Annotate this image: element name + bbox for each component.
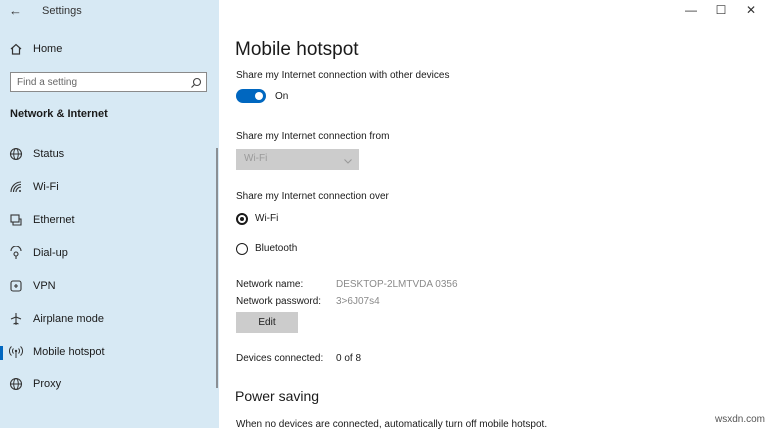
share-connection-label: Share my Internet connection with other …	[236, 70, 450, 81]
sidebar-item-label: Wi-Fi	[33, 181, 59, 193]
sidebar-item-label: VPN	[33, 280, 56, 292]
sidebar-item-label: Status	[33, 148, 65, 160]
network-password-label: Network password:	[236, 296, 322, 307]
back-arrow-icon[interactable]: ←	[9, 3, 23, 19]
chevron-down-icon	[343, 153, 353, 164]
network-name-label: Network name:	[236, 279, 304, 290]
hotspot-toggle[interactable]	[236, 89, 266, 103]
radio-button-selected[interactable]	[236, 213, 248, 225]
sidebar-item-airplane-mode[interactable]: Airplane mode	[0, 306, 212, 334]
sidebar-item-label: Dial-up	[33, 247, 68, 259]
radio-label: Bluetooth	[255, 243, 298, 254]
watermark: wsxdn.com	[714, 414, 765, 425]
sidebar-item-label: Ethernet	[33, 214, 75, 226]
share-over-label: Share my Internet connection over	[236, 191, 389, 202]
toggle-state-label: On	[275, 91, 289, 102]
home-label: Home	[33, 43, 63, 55]
network-password-value: 3>6J07s4	[336, 296, 380, 307]
dialup-icon	[9, 245, 23, 260]
network-name-value: DESKTOP-2LMTVDA 0356	[336, 279, 458, 290]
maximize-icon[interactable]: ☐	[714, 3, 728, 17]
search-input[interactable]	[17, 75, 177, 89]
airplane-icon	[9, 312, 23, 326]
power-saving-description: When no devices are connected, automatic…	[236, 419, 548, 430]
globe-icon	[9, 377, 23, 391]
home-nav-item[interactable]: Home	[9, 40, 209, 60]
vpn-icon	[9, 279, 23, 293]
settings-sidebar: ← Settings Home Network & Internet Statu…	[0, 0, 219, 428]
ethernet-icon	[9, 213, 23, 227]
hotspot-icon	[9, 345, 23, 359]
edit-button[interactable]: Edit	[236, 312, 298, 333]
sidebar-item-dialup[interactable]: Dial-up	[0, 240, 212, 268]
radio-label: Wi-Fi	[255, 213, 279, 224]
close-icon[interactable]: ✕	[744, 3, 758, 17]
sidebar-item-proxy[interactable]: Proxy	[0, 371, 212, 399]
minimize-icon[interactable]: —	[684, 3, 698, 17]
devices-connected-label: Devices connected:	[236, 353, 324, 364]
page-title: Mobile hotspot	[235, 39, 359, 60]
power-saving-heading: Power saving	[235, 388, 320, 404]
share-from-dropdown[interactable]: Wi-Fi	[236, 149, 359, 170]
sidebar-item-mobile-hotspot[interactable]: Mobile hotspot	[0, 339, 212, 367]
share-from-label: Share my Internet connection from	[236, 131, 390, 142]
find-setting-search[interactable]	[10, 72, 207, 92]
radio-option-wifi[interactable]: Wi-Fi	[236, 212, 356, 226]
section-heading: Network & Internet	[10, 108, 108, 120]
search-icon[interactable]	[190, 76, 202, 88]
sidebar-scrollbar[interactable]	[216, 148, 218, 388]
sidebar-item-vpn[interactable]: VPN	[0, 273, 212, 301]
toggle-knob	[255, 92, 263, 100]
sidebar-item-label: Proxy	[33, 378, 62, 390]
wifi-icon	[9, 180, 23, 194]
sidebar-item-label: Airplane mode	[33, 313, 104, 325]
radio-option-bluetooth[interactable]: Bluetooth	[236, 242, 356, 256]
sidebar-item-label: Mobile hotspot	[33, 346, 105, 358]
sidebar-item-status[interactable]: Status	[0, 141, 212, 169]
radio-button[interactable]	[236, 243, 248, 255]
sidebar-item-ethernet[interactable]: Ethernet	[0, 207, 212, 235]
app-title: Settings	[42, 5, 82, 17]
globe-icon	[9, 147, 23, 161]
devices-connected-value: 0 of 8	[336, 353, 362, 364]
dropdown-value: Wi-Fi	[244, 153, 268, 164]
radio-dot	[240, 217, 244, 221]
home-icon	[9, 42, 23, 56]
sidebar-item-wifi[interactable]: Wi-Fi	[0, 174, 212, 202]
